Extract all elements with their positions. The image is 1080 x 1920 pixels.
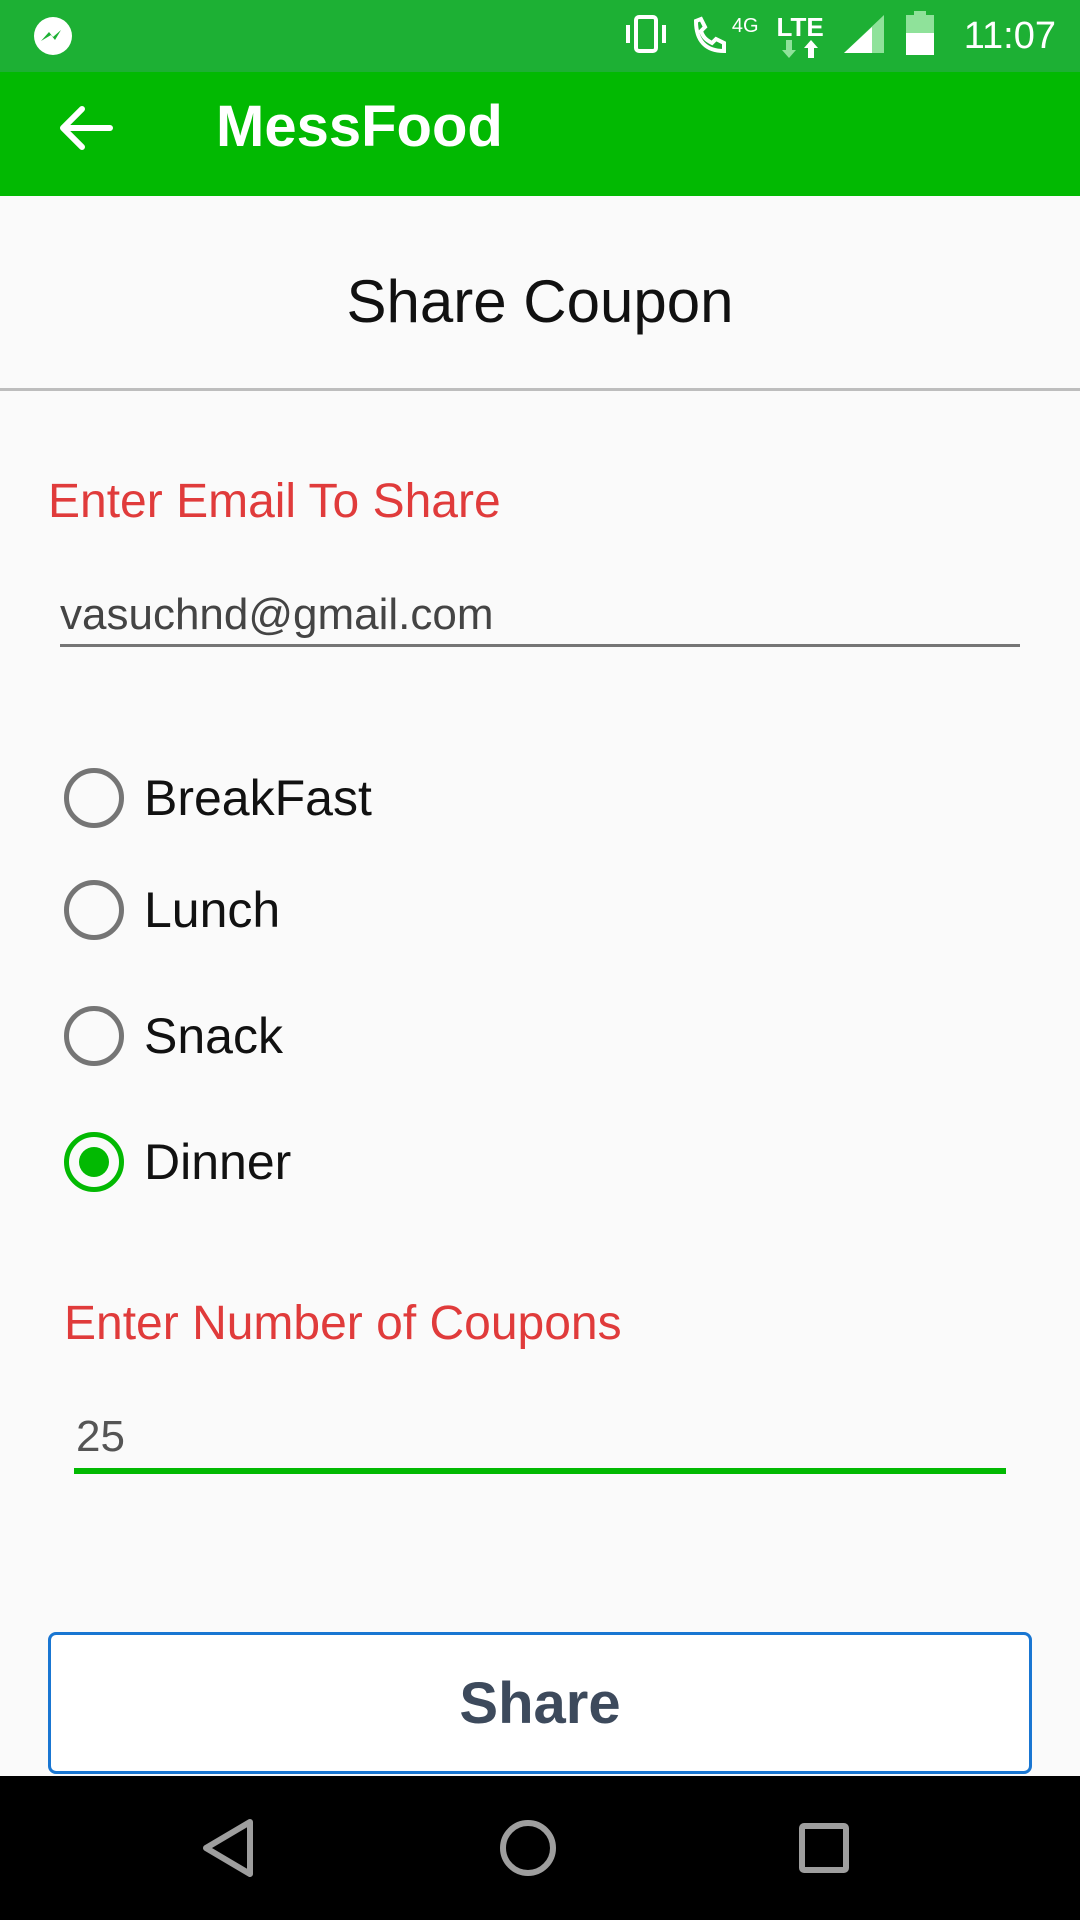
radio-circle (64, 1006, 124, 1066)
radio-lunch[interactable]: Lunch (64, 874, 280, 946)
navigation-bar (0, 1776, 1080, 1920)
status-bar: 4G LTE 11:07 (0, 0, 1080, 72)
email-label: Enter Email To Share (48, 475, 501, 528)
lte-indicator: LTE (777, 14, 824, 58)
radio-circle (64, 880, 124, 940)
radio-label: BreakFast (144, 770, 372, 826)
nav-home-button[interactable] (486, 1806, 570, 1890)
email-field[interactable] (60, 582, 1020, 648)
header-divider (0, 388, 1080, 391)
wifi-calling-icon: 4G (690, 15, 759, 57)
arrow-left-icon (60, 106, 113, 150)
coupon-field-underline (74, 1468, 1006, 1474)
share-button[interactable]: Share (48, 1632, 1032, 1774)
radio-dinner[interactable]: Dinner (64, 1126, 291, 1198)
messenger-icon (32, 16, 74, 58)
status-time: 11:07 (963, 14, 1056, 57)
network-type-label: LTE (776, 12, 824, 42)
radio-snack[interactable]: Snack (64, 1000, 283, 1072)
square-recents-icon (799, 1823, 849, 1873)
radio-breakfast[interactable]: BreakFast (64, 762, 372, 834)
app-title: MessFood (216, 94, 503, 159)
status-icons: 4G LTE 11:07 (620, 0, 1056, 72)
page-title: Share Coupon (346, 268, 734, 335)
back-button[interactable] (44, 86, 128, 170)
share-coupon-screen: 4G LTE 11:07 MessFood Share Coupon Enter… (0, 0, 1080, 1920)
app-bar: MessFood (0, 72, 1080, 196)
battery-icon (904, 10, 936, 62)
network-sub-label: 4G (731, 15, 759, 37)
triangle-back-icon (203, 1819, 253, 1877)
email-field-underline (60, 644, 1020, 647)
radio-label: Snack (144, 1008, 283, 1064)
nav-recents-button[interactable] (782, 1806, 866, 1890)
circle-home-icon (500, 1820, 556, 1876)
coupon-count-field[interactable] (76, 1404, 1006, 1470)
vibrate-icon (620, 13, 672, 60)
radio-circle (64, 768, 124, 828)
radio-label: Lunch (144, 882, 281, 938)
nav-back-button[interactable] (186, 1806, 270, 1890)
radio-label: Dinner (144, 1134, 292, 1190)
signal-icon (842, 13, 886, 60)
radio-circle-checked (64, 1132, 124, 1192)
coupon-count-label: Enter Number of Coupons (64, 1297, 622, 1350)
